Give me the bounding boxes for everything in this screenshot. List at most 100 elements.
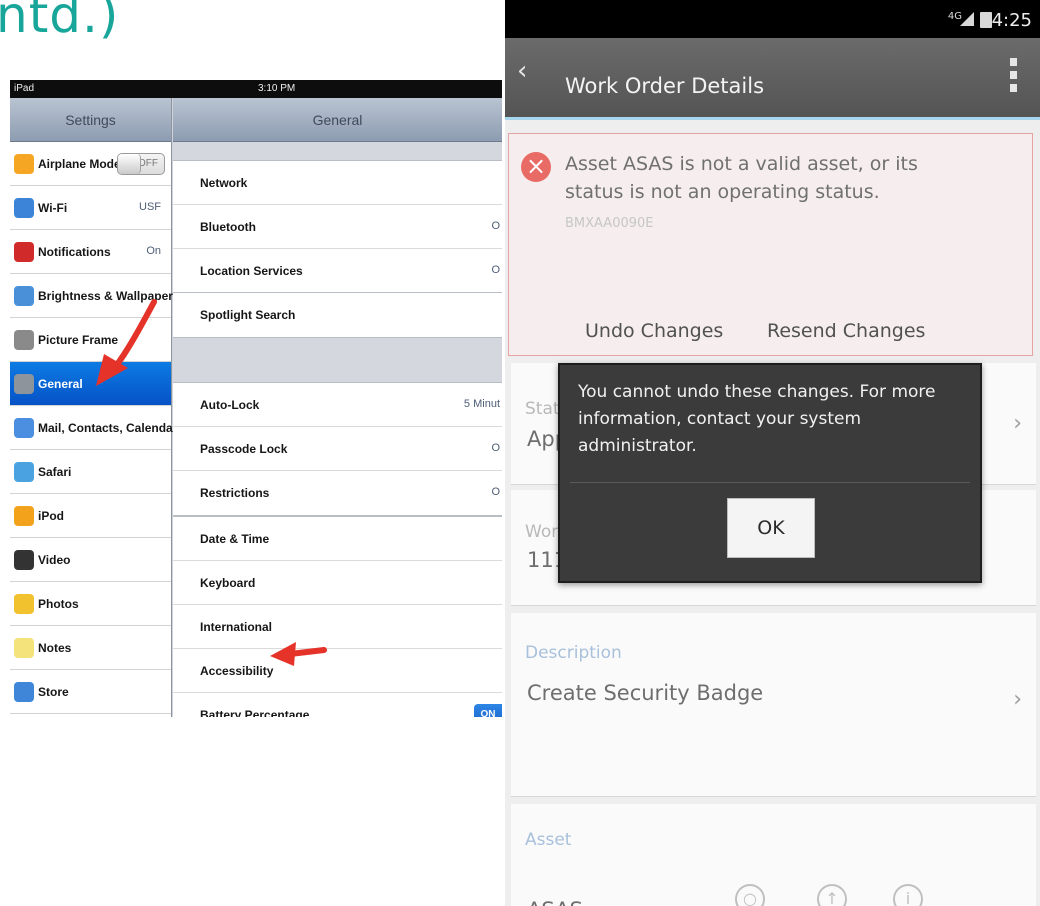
sidebar-item[interactable]: Video: [10, 538, 171, 582]
battery-icon: [980, 12, 992, 28]
sidebar-item[interactable]: General: [10, 362, 171, 406]
settings-row-label: Spotlight Search: [200, 308, 296, 322]
sidebar-item-label: Picture Frame: [38, 333, 119, 347]
safari-icon: [14, 462, 34, 482]
battery-percentage-toggle[interactable]: ON: [474, 704, 502, 717]
settings-row[interactable]: Restrictions O: [173, 471, 502, 515]
general-title: General: [173, 98, 502, 142]
sidebar-item[interactable]: Mail, Contacts, Calendars: [10, 406, 184, 450]
sidebar-item[interactable]: Photos: [10, 582, 171, 626]
settings-title: Settings: [10, 98, 171, 142]
resend-changes-button[interactable]: Resend Changes: [767, 320, 925, 342]
settings-row-label: Restrictions: [200, 486, 270, 500]
sidebar-item[interactable]: Brightness & Wallpaper: [10, 274, 173, 318]
error-message: Asset ASAS is not a valid asset, or its …: [565, 153, 918, 203]
error-code: BMXAA0090E: [565, 216, 654, 231]
settings-row[interactable]: Date & Time: [173, 517, 502, 561]
settings-row-label: Bluetooth: [200, 220, 256, 234]
settings-row-value: O: [491, 220, 500, 232]
ok-button[interactable]: OK: [727, 498, 815, 558]
airplane-icon: [14, 154, 34, 174]
ipad-status-bar: iPad 3:10 PM: [10, 80, 502, 98]
status-label: Stat: [525, 399, 560, 419]
upload-icon[interactable]: ↑: [817, 884, 847, 906]
settings-sidebar: Settings Airplane Mode OFF Wi-Fi USF Notific…: [10, 98, 184, 717]
settings-row-value: O: [491, 442, 500, 454]
undo-changes-button[interactable]: Undo Changes: [585, 320, 723, 342]
settings-row-label: Auto-Lock: [200, 398, 260, 412]
back-icon[interactable]: ‹: [517, 56, 527, 86]
settings-row[interactable]: Bluetooth O: [173, 205, 502, 249]
sidebar-item-label: Notes: [38, 641, 72, 655]
settings-group: Network Bluetooth O Location Services O: [173, 160, 502, 294]
photos-icon: [14, 594, 34, 614]
sidebar-item[interactable]: iPod: [10, 494, 171, 538]
sidebar-item[interactable]: Airplane Mode OFF: [10, 142, 171, 186]
notifications-icon: [14, 242, 34, 262]
signal-icon: [960, 12, 974, 26]
settings-row[interactable]: International: [173, 605, 502, 649]
settings-row-label: Accessibility: [200, 664, 274, 678]
sidebar-item[interactable]: Safari: [10, 450, 171, 494]
sidebar-item-label: General: [38, 377, 83, 391]
ipad-settings-screenshot: iPad 3:10 PM Settings Airplane Mode OFF Wi…: [10, 80, 502, 717]
settings-row[interactable]: Passcode Lock O: [173, 427, 502, 471]
error-dialog: You cannot undo these changes. For more …: [558, 363, 982, 583]
settings-row-label: Battery Percentage: [200, 708, 310, 717]
sidebar-item[interactable]: Store: [10, 670, 171, 714]
video-icon: [14, 550, 34, 570]
asset-label: Asset: [525, 830, 572, 850]
info-icon[interactable]: i: [893, 884, 923, 906]
sidebar-item-label: Safari: [38, 465, 72, 479]
description-field[interactable]: Description Create Security Badge ›: [511, 613, 1036, 797]
sidebar-item-label: iPod: [38, 509, 64, 523]
airplane-mode-toggle[interactable]: OFF: [117, 153, 165, 175]
settings-row[interactable]: Spotlight Search: [173, 293, 502, 337]
search-icon[interactable]: ○: [735, 884, 765, 906]
sidebar-item[interactable]: Wi-Fi USF: [10, 186, 171, 230]
sidebar-item[interactable]: Notifications On: [10, 230, 171, 274]
mail-icon: [14, 418, 34, 438]
sidebar-item-label: Photos: [38, 597, 79, 611]
settings-row-value: 5 Minut: [463, 398, 500, 410]
asset-value: ASAS: [527, 898, 583, 906]
screen-title: Work Order Details: [565, 74, 765, 98]
carrier-label: iPad: [14, 83, 35, 94]
settings-row-label: International: [200, 620, 273, 634]
settings-row-label: Location Services: [200, 264, 303, 278]
settings-row-value: O: [491, 486, 500, 498]
ipod-icon: [14, 506, 34, 526]
gear-icon: [14, 374, 34, 394]
chevron-right-icon: ›: [1013, 411, 1022, 436]
settings-row-label: Keyboard: [200, 576, 256, 590]
settings-row[interactable]: Location Services O: [173, 249, 502, 293]
sidebar-item-label: Mail, Contacts, Calendars: [38, 421, 185, 435]
settings-row-label: Date & Time: [200, 532, 270, 546]
overflow-menu-icon[interactable]: [1010, 58, 1018, 97]
android-status-bar: 4G 4:25: [505, 0, 1040, 38]
chevron-right-icon: ›: [1013, 687, 1022, 712]
store-icon: [14, 682, 34, 702]
sidebar-item-label: Store: [38, 685, 69, 699]
slide-title: ntd.): [0, 0, 120, 44]
description-label: Description: [525, 643, 622, 663]
sidebar-item-value: USF: [139, 201, 161, 213]
wifi-icon: [14, 198, 34, 218]
settings-row-label: Network: [200, 176, 248, 190]
work-order-label: Wor: [525, 522, 559, 542]
clock: 3:10 PM: [258, 83, 296, 94]
settings-row[interactable]: Battery Percentage ON: [173, 693, 502, 717]
picture-frame-icon: [14, 330, 34, 350]
settings-row[interactable]: Network: [173, 161, 502, 205]
asset-field: Asset ASAS: [511, 804, 1036, 906]
settings-row[interactable]: Auto-Lock 5 Minut: [173, 383, 502, 427]
dialog-message: You cannot undo these changes. For more …: [578, 382, 936, 456]
settings-row[interactable]: Accessibility: [173, 649, 502, 693]
sidebar-item[interactable]: Notes: [10, 626, 171, 670]
brightness-icon: [14, 286, 34, 306]
error-card: × Asset ASAS is not a valid asset, or it…: [508, 133, 1033, 356]
settings-row[interactable]: Keyboard: [173, 561, 502, 605]
general-detail-pane: General Network Bluetooth O Location Servic…: [173, 98, 502, 717]
sidebar-item[interactable]: Picture Frame: [10, 318, 171, 362]
sidebar-item-label: Wi-Fi: [38, 201, 68, 215]
